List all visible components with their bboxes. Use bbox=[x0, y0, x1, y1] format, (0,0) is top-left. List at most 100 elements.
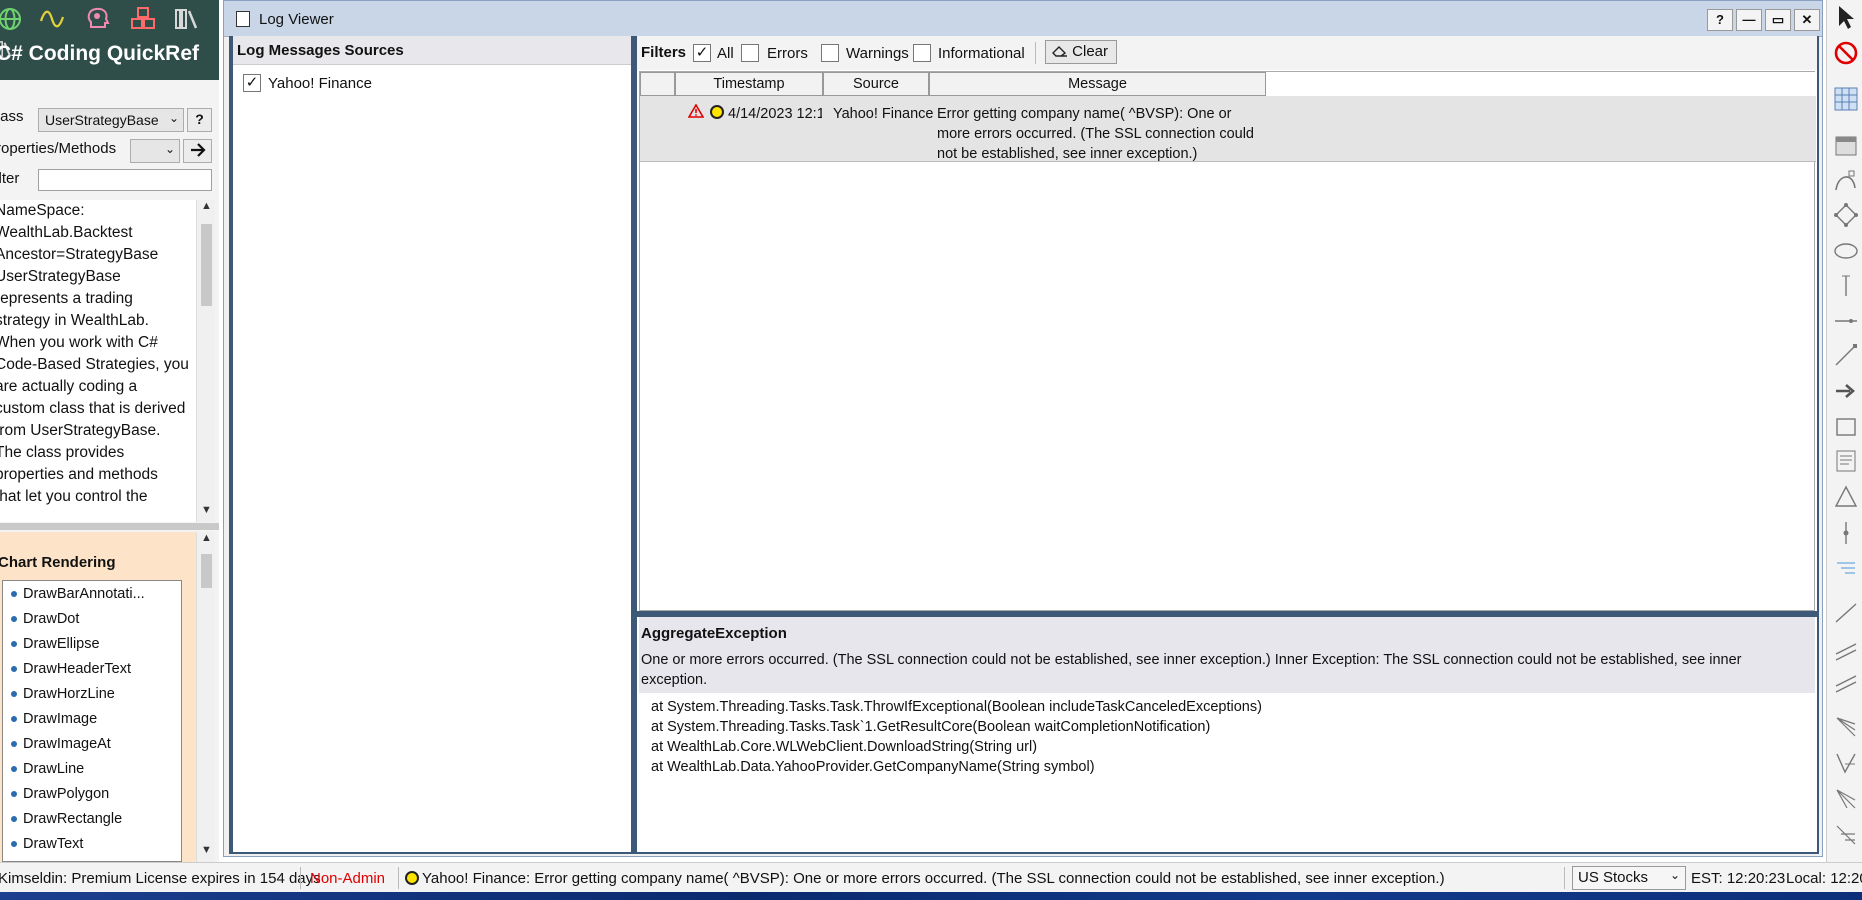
parallel-lines-tool-icon[interactable] bbox=[1833, 670, 1859, 696]
list-item[interactable]: DrawHorzLine bbox=[3, 681, 181, 706]
line-tool-icon[interactable] bbox=[1833, 342, 1859, 368]
source-label: Yahoo! Finance bbox=[268, 75, 372, 92]
toolbar-separator bbox=[1035, 42, 1036, 64]
status-message[interactable]: Yahoo! Finance: Error getting company na… bbox=[422, 870, 1445, 887]
no-entry-icon[interactable] bbox=[1833, 40, 1859, 66]
list-item[interactable]: DrawImage bbox=[3, 706, 181, 731]
class-description: NameSpace: WealthLab.Backtest Ancestor=Str… bbox=[0, 200, 196, 522]
column-header-message[interactable]: Message bbox=[929, 72, 1266, 96]
scroll-down-icon[interactable]: ▼ bbox=[197, 844, 216, 862]
market-select[interactable]: US Stocks ⌄ bbox=[1572, 866, 1686, 890]
trendline-tool-icon[interactable] bbox=[1833, 600, 1859, 626]
column-header-timestamp[interactable]: Timestamp bbox=[675, 72, 823, 96]
taskbar-strip bbox=[0, 892, 1862, 900]
list-item[interactable]: DrawPolygon bbox=[3, 781, 181, 806]
text-tool-icon[interactable] bbox=[1833, 448, 1859, 474]
scroll-up-icon[interactable]: ▲ bbox=[197, 532, 216, 550]
window-help-button[interactable]: ? bbox=[1707, 9, 1733, 31]
wave-icon[interactable] bbox=[38, 5, 66, 33]
vertical-marker-tool-icon[interactable] bbox=[1833, 520, 1859, 546]
class-select-value: UserStrategyBase bbox=[45, 112, 159, 128]
exception-detail: AggregateException One or more errors oc… bbox=[639, 617, 1815, 852]
stack-frame: at System.Threading.Tasks.Task.ThrowIfEx… bbox=[651, 699, 1262, 715]
column-header-blank[interactable] bbox=[640, 72, 675, 96]
error-triangle-icon bbox=[688, 104, 704, 118]
panel-splitter[interactable] bbox=[0, 523, 219, 530]
globe-icon[interactable] bbox=[0, 5, 24, 33]
ellipse-tool-icon[interactable] bbox=[1833, 238, 1859, 264]
retracement-tool-icon[interactable] bbox=[1833, 822, 1859, 848]
window-minimize-button[interactable]: — bbox=[1736, 9, 1762, 31]
description-line: Code-Based Strategies, you bbox=[0, 356, 189, 373]
triangle-tool-icon[interactable] bbox=[1833, 484, 1859, 510]
arrow-tool-icon[interactable] bbox=[1833, 378, 1859, 404]
cubes-icon[interactable] bbox=[129, 5, 157, 33]
bullet-icon bbox=[11, 815, 17, 822]
list-item[interactable]: DrawImageAt bbox=[3, 731, 181, 756]
fan-tool-icon[interactable] bbox=[1833, 714, 1859, 740]
list-item[interactable]: DrawText bbox=[3, 831, 181, 856]
window-title: Log Viewer bbox=[259, 11, 334, 28]
window-titlebar[interactable]: Log Viewer ? — ▭ ✕ bbox=[224, 1, 1822, 37]
scroll-up-icon[interactable]: ▲ bbox=[197, 200, 216, 218]
filter-input[interactable] bbox=[38, 169, 212, 191]
library-icon[interactable] bbox=[173, 5, 201, 33]
scroll-thumb[interactable] bbox=[201, 224, 212, 306]
status-bar: Kimseldin: Premium License expires in 15… bbox=[0, 862, 1862, 892]
properties-select[interactable]: ⌄ bbox=[130, 139, 180, 163]
class-select[interactable]: UserStrategyBase ⌄ bbox=[38, 108, 184, 132]
source-checkbox[interactable]: ✓ bbox=[243, 74, 261, 92]
vertical-line-tool-icon[interactable] bbox=[1833, 272, 1859, 298]
scroll-thumb[interactable] bbox=[201, 554, 212, 588]
quickref-form: Class UserStrategyBase ⌄ ? Properties/Me… bbox=[0, 80, 219, 192]
window-maximize-button[interactable]: ▭ bbox=[1765, 9, 1791, 31]
status-separator bbox=[1564, 867, 1565, 889]
class-label: Class bbox=[0, 108, 24, 125]
list-item[interactable]: DrawDot bbox=[3, 606, 181, 631]
method-list: DrawBarAnnotati... DrawDot DrawEllipse Draw… bbox=[2, 580, 182, 862]
list-item[interactable]: DrawHeaderText bbox=[3, 656, 181, 681]
filter-informational-checkbox[interactable] bbox=[913, 44, 931, 62]
description-scrollbar[interactable]: ▲ ▼ bbox=[196, 200, 215, 522]
column-header-source[interactable]: Source bbox=[823, 72, 929, 96]
node-tool-icon[interactable] bbox=[1833, 202, 1859, 228]
scroll-down-icon[interactable]: ▼ bbox=[197, 504, 216, 522]
chevron-down-icon: ⌄ bbox=[164, 142, 175, 156]
brain-head-icon[interactable] bbox=[84, 5, 112, 33]
row-timestamp: 4/14/2023 12:16:1 bbox=[728, 106, 822, 122]
curve-tool-icon[interactable] bbox=[1833, 168, 1859, 194]
go-arrow-button[interactable] bbox=[183, 139, 212, 163]
properties-methods-label: Properties/Methods bbox=[0, 140, 117, 157]
market-select-value: US Stocks bbox=[1578, 869, 1649, 886]
exception-name: AggregateException bbox=[641, 625, 787, 642]
list-item-label: DrawRectangle bbox=[23, 810, 123, 827]
rectangle-tool-icon[interactable] bbox=[1833, 414, 1859, 440]
description-line: Ancestor=StrategyBase bbox=[0, 246, 159, 263]
window-close-button[interactable]: ✕ bbox=[1794, 9, 1820, 31]
list-item[interactable]: DrawRectangle bbox=[3, 806, 181, 831]
channel-tool-icon[interactable] bbox=[1833, 636, 1859, 662]
table-row[interactable]: 4/14/2023 12:16:1 Yahoo! Finance Error g… bbox=[640, 96, 1816, 162]
speed-lines-tool-icon[interactable] bbox=[1833, 750, 1859, 776]
filter-warnings-checkbox[interactable] bbox=[821, 44, 839, 62]
stack-frame: at WealthLab.Core.WLWebClient.DownloadSt… bbox=[651, 739, 1038, 755]
clear-button[interactable]: Clear bbox=[1045, 40, 1117, 64]
grid-icon[interactable] bbox=[1833, 86, 1859, 112]
gann-tool-icon[interactable] bbox=[1833, 786, 1859, 812]
user-role: Non-Admin bbox=[310, 870, 386, 887]
stack-trace: at System.Threading.Tasks.Task.ThrowIfEx… bbox=[651, 697, 1262, 777]
filters-bar: Filters ✓ All Errors Warnings Informatio… bbox=[637, 36, 1817, 70]
filter-all-checkbox[interactable]: ✓ bbox=[693, 44, 711, 62]
calendar-icon[interactable] bbox=[1833, 132, 1859, 158]
cursor-icon[interactable] bbox=[1833, 4, 1859, 30]
filter-errors-checkbox[interactable] bbox=[741, 44, 759, 62]
horizontal-line-tool-icon[interactable] bbox=[1833, 308, 1859, 334]
method-list-scrollbar[interactable]: ▲ ▼ bbox=[196, 532, 215, 862]
list-item[interactable]: DrawLine bbox=[3, 756, 181, 781]
description-line: WealthLab.Backtest bbox=[0, 224, 133, 241]
fibonacci-tool-icon[interactable] bbox=[1833, 555, 1859, 581]
help-button[interactable]: ? bbox=[187, 108, 212, 132]
list-item[interactable]: DrawEllipse bbox=[3, 631, 181, 656]
list-item[interactable]: DrawBarAnnotati... bbox=[3, 581, 181, 606]
log-viewer-body: Log Messages Sources ✓ Yahoo! Finance Fi… bbox=[229, 36, 1819, 854]
